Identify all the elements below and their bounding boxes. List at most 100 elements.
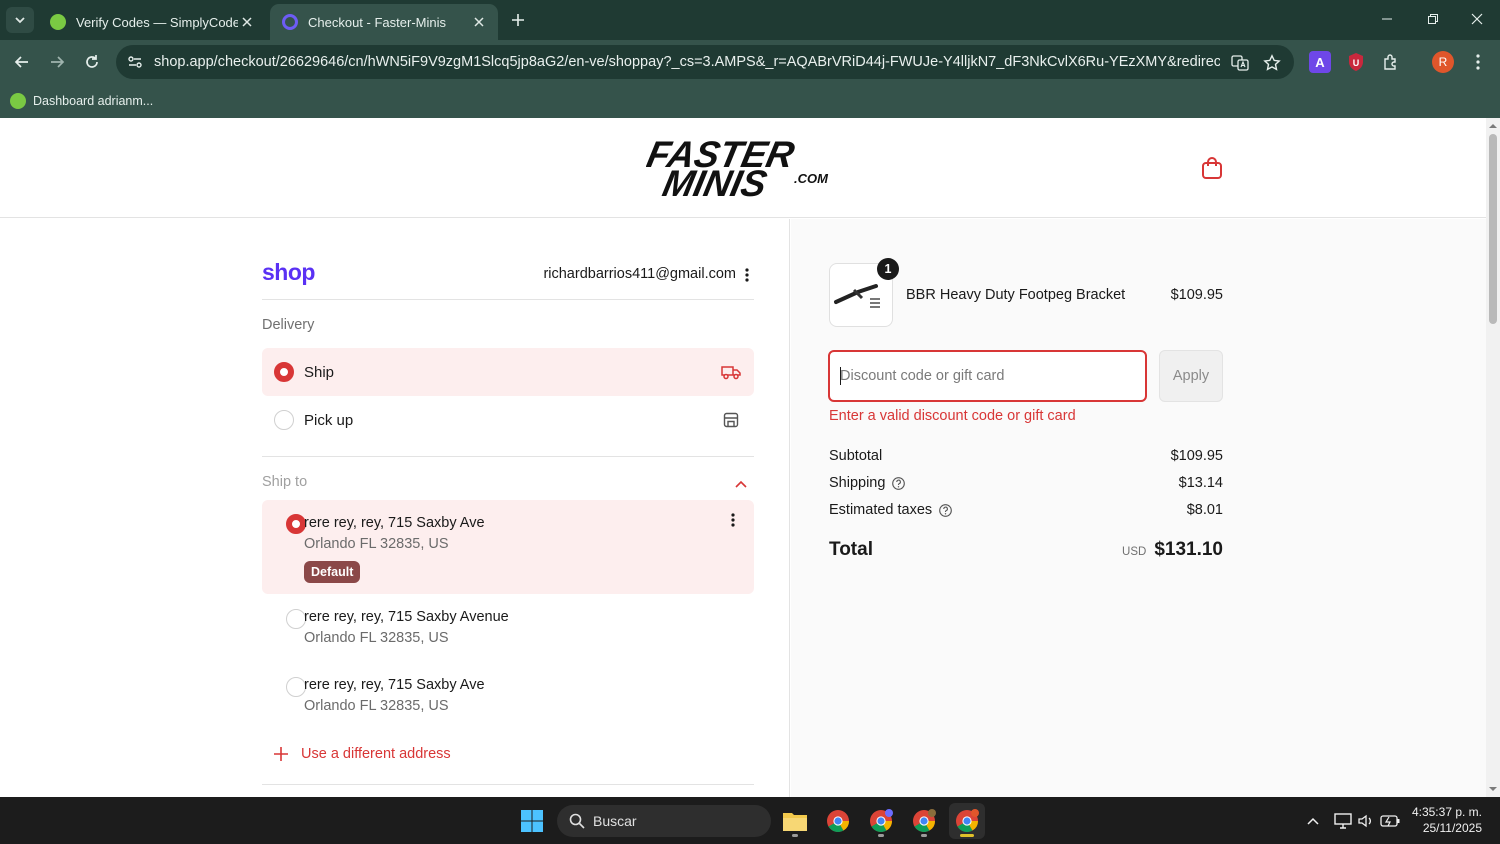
- close-tab-icon[interactable]: [238, 13, 256, 31]
- start-button[interactable]: [514, 803, 550, 839]
- divider: [262, 456, 754, 457]
- taskbar-chrome-profile-2[interactable]: [906, 803, 942, 839]
- simplycodes-favicon-icon: [10, 93, 26, 109]
- chevron-up-icon: [735, 480, 747, 488]
- site-header: FASTER MINIS .COM: [0, 118, 1486, 218]
- taskbar-file-explorer[interactable]: [777, 803, 813, 839]
- plus-icon: [272, 745, 290, 763]
- tab-search-button[interactable]: [6, 7, 34, 33]
- close-tab-icon[interactable]: [470, 13, 488, 31]
- restore-icon: [1428, 14, 1438, 24]
- address-line-1: rere rey, rey, 715 Saxby Ave: [304, 677, 485, 693]
- total-value: $131.10: [1154, 539, 1223, 560]
- radio-unselected[interactable]: [286, 609, 306, 629]
- divider: [262, 299, 754, 300]
- bookmark-star-icon[interactable]: [1262, 53, 1282, 73]
- taskbar-search[interactable]: Buscar: [557, 805, 771, 837]
- chrome-icon: [827, 810, 849, 832]
- page-scrollbar[interactable]: [1486, 118, 1500, 797]
- taxes-value: $8.01: [1186, 502, 1223, 518]
- logo-suffix: .COM: [794, 171, 829, 186]
- total-label: Total: [829, 539, 873, 560]
- address-option-1[interactable]: rere rey, rey, 715 Saxby Ave Orlando FL …: [262, 500, 754, 594]
- address-option-3[interactable]: rere rey, rey, 715 Saxby Ave Orlando FL …: [262, 667, 754, 727]
- scroll-up-icon[interactable]: [1489, 122, 1497, 130]
- discount-error-message: Enter a valid discount code or gift card: [829, 408, 1076, 424]
- minimize-button[interactable]: [1364, 0, 1410, 38]
- radio-unselected[interactable]: [274, 410, 294, 430]
- forward-button[interactable]: [43, 48, 71, 76]
- folder-icon: [783, 813, 807, 831]
- chrome-icon: [913, 809, 936, 832]
- cart-button[interactable]: [1198, 154, 1226, 182]
- radio-selected[interactable]: [274, 362, 294, 382]
- back-button[interactable]: [8, 48, 36, 76]
- shop-favicon-icon: [282, 14, 298, 30]
- help-circle-icon[interactable]: [891, 476, 906, 491]
- bookmarks-bar: Dashboard adrianm...: [0, 84, 1500, 118]
- help-circle-icon[interactable]: [938, 503, 953, 518]
- total-row: Total USD $131.10: [829, 539, 1223, 565]
- system-clock[interactable]: 4:35:37 p. m. 25/11/2025: [1404, 804, 1482, 836]
- delivery-option-ship[interactable]: Ship: [262, 348, 754, 396]
- address-menu-button[interactable]: [725, 510, 741, 530]
- discount-code-input[interactable]: [828, 350, 1147, 402]
- tab-checkout[interactable]: Checkout - Faster-Minis: [270, 4, 498, 40]
- running-indicator: [878, 834, 884, 837]
- taskbar-chrome-profile-w[interactable]: [863, 803, 899, 839]
- clock-date: 25/11/2025: [1422, 821, 1482, 835]
- windows-taskbar: Buscar 4:35:37 p. m. 25/11/2025: [0, 797, 1500, 844]
- apply-discount-button[interactable]: Apply: [1159, 350, 1223, 402]
- profile-avatar[interactable]: R: [1432, 51, 1454, 73]
- chrome-icon: [956, 809, 979, 832]
- tray-overflow-chevron-up-icon[interactable]: [1303, 811, 1323, 831]
- scrollbar-thumb[interactable]: [1489, 134, 1497, 324]
- extensions-puzzle-icon[interactable]: [1380, 51, 1402, 73]
- extension-a-icon[interactable]: A: [1309, 51, 1331, 73]
- battery-icon[interactable]: [1380, 811, 1400, 831]
- address-line-2: Orlando FL 32835, US: [304, 698, 449, 714]
- network-icon[interactable]: [1333, 811, 1353, 831]
- taskbar-chrome-active[interactable]: [949, 803, 985, 839]
- restore-button[interactable]: [1410, 0, 1456, 38]
- minimize-icon: [1382, 18, 1392, 20]
- quantity-badge: 1: [877, 258, 899, 280]
- search-label: Buscar: [593, 813, 637, 829]
- running-indicator: [921, 834, 927, 837]
- translate-icon[interactable]: [1230, 53, 1250, 73]
- subtotal-row: Subtotal $109.95: [829, 445, 1223, 467]
- tab-simplycodes[interactable]: Verify Codes — SimplyCodes: [38, 4, 266, 40]
- radio-selected[interactable]: [286, 514, 306, 534]
- radio-unselected[interactable]: [286, 677, 306, 697]
- arrow-right-icon: [51, 56, 65, 68]
- ublock-shield-icon[interactable]: U: [1345, 51, 1367, 73]
- address-option-2[interactable]: rere rey, rey, 715 Saxby Avenue Orlando …: [262, 599, 754, 659]
- bookmark-label: Dashboard adrianm...: [33, 94, 154, 108]
- site-settings-icon[interactable]: [124, 51, 146, 73]
- bookmark-dashboard[interactable]: Dashboard adrianm...: [10, 90, 153, 112]
- browser-menu-icon[interactable]: [1467, 51, 1489, 73]
- scroll-down-icon[interactable]: [1489, 785, 1497, 793]
- delivery-label: Delivery: [262, 317, 315, 333]
- subtotal-value: $109.95: [1170, 448, 1223, 464]
- new-tab-button[interactable]: [506, 8, 530, 32]
- shipping-value: $13.14: [1178, 475, 1223, 491]
- use-different-address-button[interactable]: Use a different address: [272, 741, 451, 767]
- close-icon: [1471, 13, 1483, 25]
- close-window-button[interactable]: [1454, 0, 1500, 38]
- default-badge: Default: [304, 561, 361, 583]
- taskbar-chrome[interactable]: [820, 803, 856, 839]
- taxes-label: Estimated taxes: [829, 502, 933, 518]
- order-summary: 1 BBR Heavy Duty Footpeg Bracket $109.95…: [791, 219, 1486, 797]
- volume-icon[interactable]: [1356, 811, 1376, 831]
- address-bar[interactable]: shop.app/checkout/26629646/cn/hWN5iF9V9z…: [116, 45, 1294, 79]
- account-menu-button[interactable]: [739, 265, 755, 285]
- delivery-option-pickup[interactable]: Pick up: [262, 396, 754, 444]
- account-email: richardbarrios411@gmail.com: [543, 266, 736, 282]
- browser-tab-bar: Verify Codes — SimplyCodes Checkout - Fa…: [0, 0, 1500, 40]
- taxes-row: Estimated taxes $8.01: [829, 499, 1223, 521]
- faster-minis-logo[interactable]: FASTER MINIS .COM: [643, 133, 846, 204]
- profile-initial: R: [1438, 55, 1448, 69]
- reload-button[interactable]: [78, 48, 106, 76]
- collapse-ship-to-button[interactable]: [733, 474, 749, 494]
